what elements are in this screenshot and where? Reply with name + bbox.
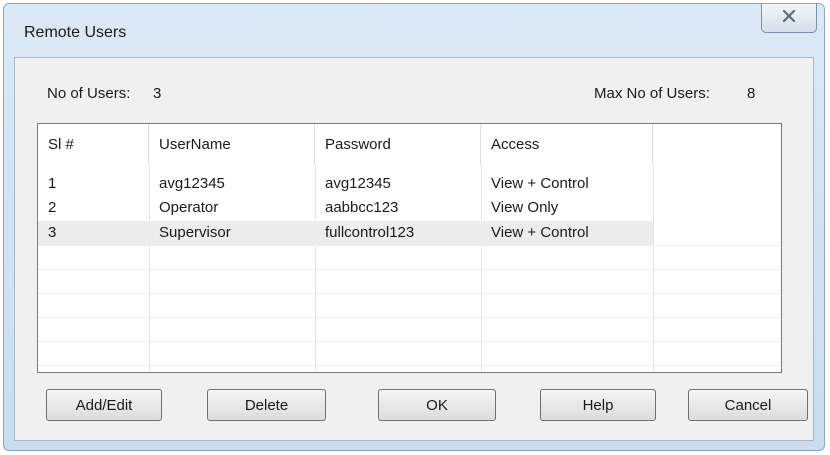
cell-username: Operator xyxy=(159,199,219,216)
cell-access: View Only xyxy=(491,199,559,216)
row-divider xyxy=(38,341,781,342)
cancel-button[interactable]: Cancel xyxy=(688,389,808,421)
row-divider xyxy=(38,317,781,318)
users-table[interactable]: Sl # UserName Password Access 1 avg12345… xyxy=(37,123,782,373)
cell-access: View + Control xyxy=(491,175,589,192)
cell-username: Supervisor xyxy=(159,224,231,241)
users-count-value: 3 xyxy=(153,85,162,102)
cell-sl: 1 xyxy=(48,175,57,192)
max-users-label: Max No of Users: xyxy=(594,85,710,102)
row-divider xyxy=(38,269,781,270)
cell-sl: 3 xyxy=(48,224,57,241)
row-divider xyxy=(38,245,781,246)
close-icon xyxy=(782,9,796,28)
column-header-sl[interactable]: Sl # xyxy=(38,124,149,165)
cell-sl: 2 xyxy=(48,199,57,216)
max-users-value: 8 xyxy=(747,85,756,102)
users-count-label: No of Users: xyxy=(47,85,131,102)
delete-button[interactable]: Delete xyxy=(207,389,326,421)
column-header-username[interactable]: UserName xyxy=(149,124,315,165)
cell-password: aabbcc123 xyxy=(325,199,399,216)
ok-button[interactable]: OK xyxy=(378,389,496,421)
cell-username: avg12345 xyxy=(159,175,225,192)
cell-access: View + Control xyxy=(491,224,589,241)
cell-password: fullcontrol123 xyxy=(325,224,415,241)
column-header-empty xyxy=(653,124,781,165)
column-header-access[interactable]: Access xyxy=(481,124,653,165)
table-row[interactable]: 2 Operator aabbcc123 View Only xyxy=(38,196,781,220)
add-edit-button[interactable]: Add/Edit xyxy=(46,389,162,421)
table-header: Sl # UserName Password Access xyxy=(38,124,781,165)
close-button[interactable] xyxy=(761,4,817,33)
help-button[interactable]: Help xyxy=(540,389,656,421)
column-header-password[interactable]: Password xyxy=(315,124,481,165)
cell-password: avg12345 xyxy=(325,175,391,192)
dialog-title: Remote Users xyxy=(24,24,127,41)
table-row[interactable]: 1 avg12345 avg12345 View + Control xyxy=(38,172,781,196)
row-divider xyxy=(38,293,781,294)
table-row[interactable]: 3 Supervisor fullcontrol123 View + Contr… xyxy=(38,221,653,245)
row-divider xyxy=(38,365,781,366)
